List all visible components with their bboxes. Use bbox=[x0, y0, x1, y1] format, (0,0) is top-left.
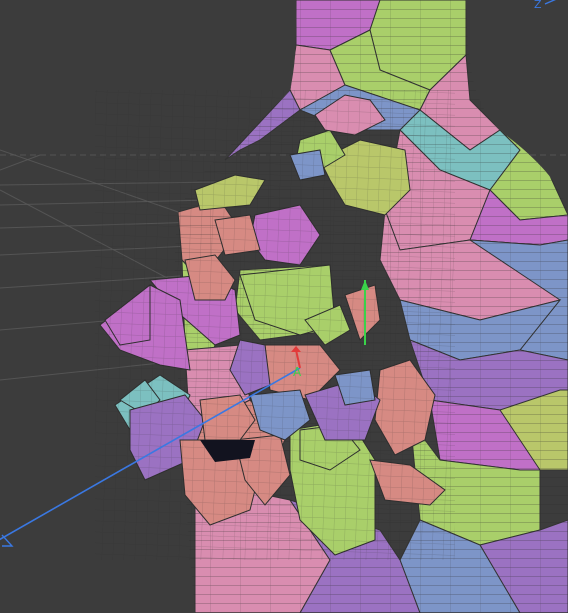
chunk-wireframe bbox=[95, 90, 455, 560]
axis-letter-z: Z bbox=[534, 0, 542, 11]
3d-viewport[interactable]: A Z bbox=[0, 0, 568, 613]
axis-letter-a: A bbox=[293, 365, 302, 379]
fracture-chunks[interactable] bbox=[95, 90, 455, 560]
viewport-canvas[interactable]: A Z bbox=[0, 0, 568, 613]
corner-z-axis-line bbox=[544, 0, 556, 5]
z-axis-arrow-icon bbox=[1, 534, 14, 547]
